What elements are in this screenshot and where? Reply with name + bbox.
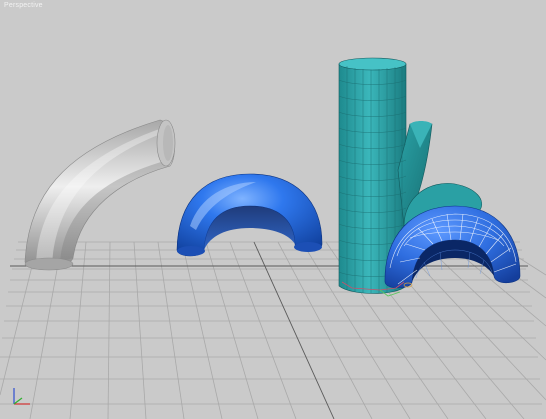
axis-tripod-icon: [13, 388, 30, 405]
scene-canvas[interactable]: [0, 0, 546, 419]
perspective-viewport[interactable]: Perspective: [0, 0, 546, 419]
ground-grid: [0, 241, 546, 419]
blue-half-torus[interactable]: [176, 173, 323, 257]
gray-tube-elbow[interactable]: [24, 119, 176, 271]
